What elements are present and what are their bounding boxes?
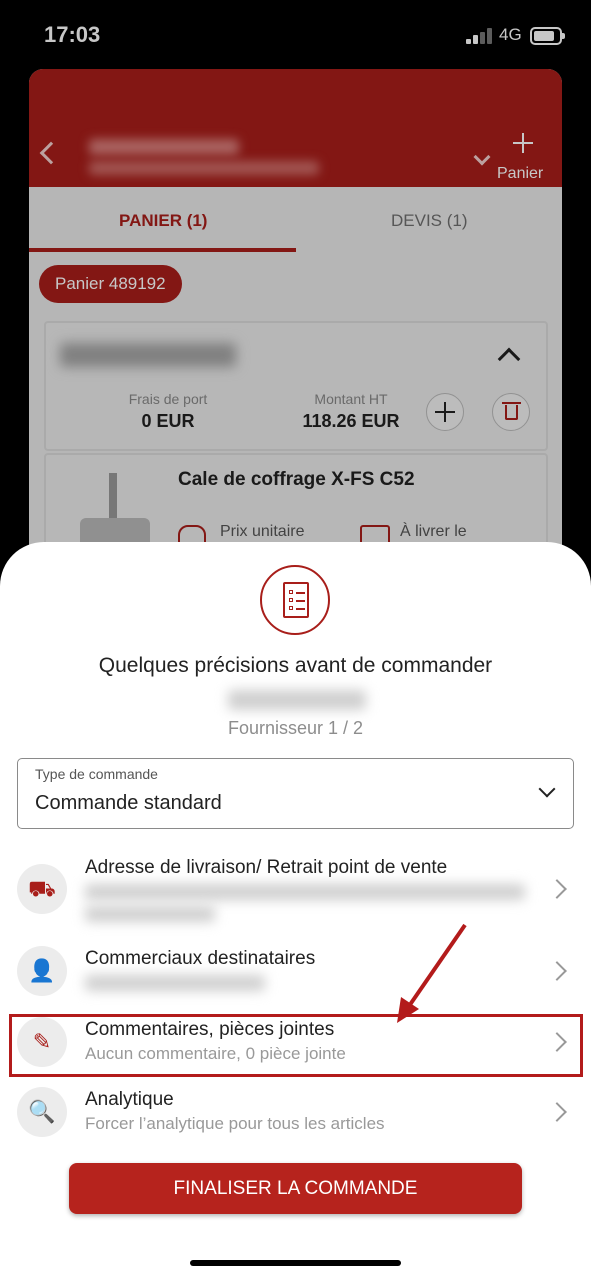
- chevron-right-icon: [547, 1102, 567, 1122]
- delivery-address-title: Adresse de livraison/ Retrait point de v…: [85, 857, 448, 878]
- order-details-sheet: Quelques précisions avant de commander F…: [0, 542, 591, 1280]
- analytics-title: Analytique: [85, 1089, 174, 1110]
- analytics-row[interactable]: 🔍 Analytique Forcer l’analytique pour to…: [0, 1087, 591, 1157]
- salesperson-glyph: 👤: [28, 958, 56, 983]
- truck-glyph: ⛟: [28, 876, 56, 901]
- delivery-address-blurred: [85, 884, 525, 900]
- annotation-arrow: [397, 923, 467, 1023]
- annotation-highlight-box: [9, 1014, 583, 1077]
- sales-reps-title: Commerciaux destinataires: [85, 948, 316, 969]
- delivery-address-blurred-2: [85, 906, 215, 922]
- analytics-subtitle: Forcer l’analytique pour tous les articl…: [85, 1114, 385, 1133]
- sales-reps-row[interactable]: 👤 Commerciaux destinataires: [0, 942, 591, 1012]
- finalize-order-button[interactable]: FINALISER LA COMMANDE: [69, 1163, 522, 1214]
- truck-icon: ⛟: [17, 864, 67, 914]
- supplier-counter: Fournisseur 1 / 2: [227, 718, 364, 738]
- checklist-icon: [260, 565, 330, 635]
- analytics-glyph: 🔍: [28, 1099, 56, 1124]
- chevron-down-icon: [538, 780, 556, 798]
- order-type-label: Type de commande: [35, 766, 158, 782]
- salesperson-icon: 👤: [17, 946, 67, 996]
- delivery-address-row[interactable]: ⛟ Adresse de livraison/ Retrait point de…: [0, 852, 591, 922]
- sheet-title: Quelques précisions avant de commander: [98, 654, 493, 677]
- analytics-icon: 🔍: [17, 1087, 67, 1137]
- sales-reps-blurred: [85, 975, 265, 991]
- chevron-right-icon: [547, 879, 567, 899]
- home-indicator[interactable]: [190, 1260, 401, 1266]
- order-type-select[interactable]: Type de commande Commande standard: [17, 758, 574, 829]
- supplier-name-blurred: [228, 690, 366, 710]
- checklist-document: [283, 582, 309, 618]
- chevron-right-icon: [547, 961, 567, 981]
- order-type-value: Commande standard: [35, 792, 222, 814]
